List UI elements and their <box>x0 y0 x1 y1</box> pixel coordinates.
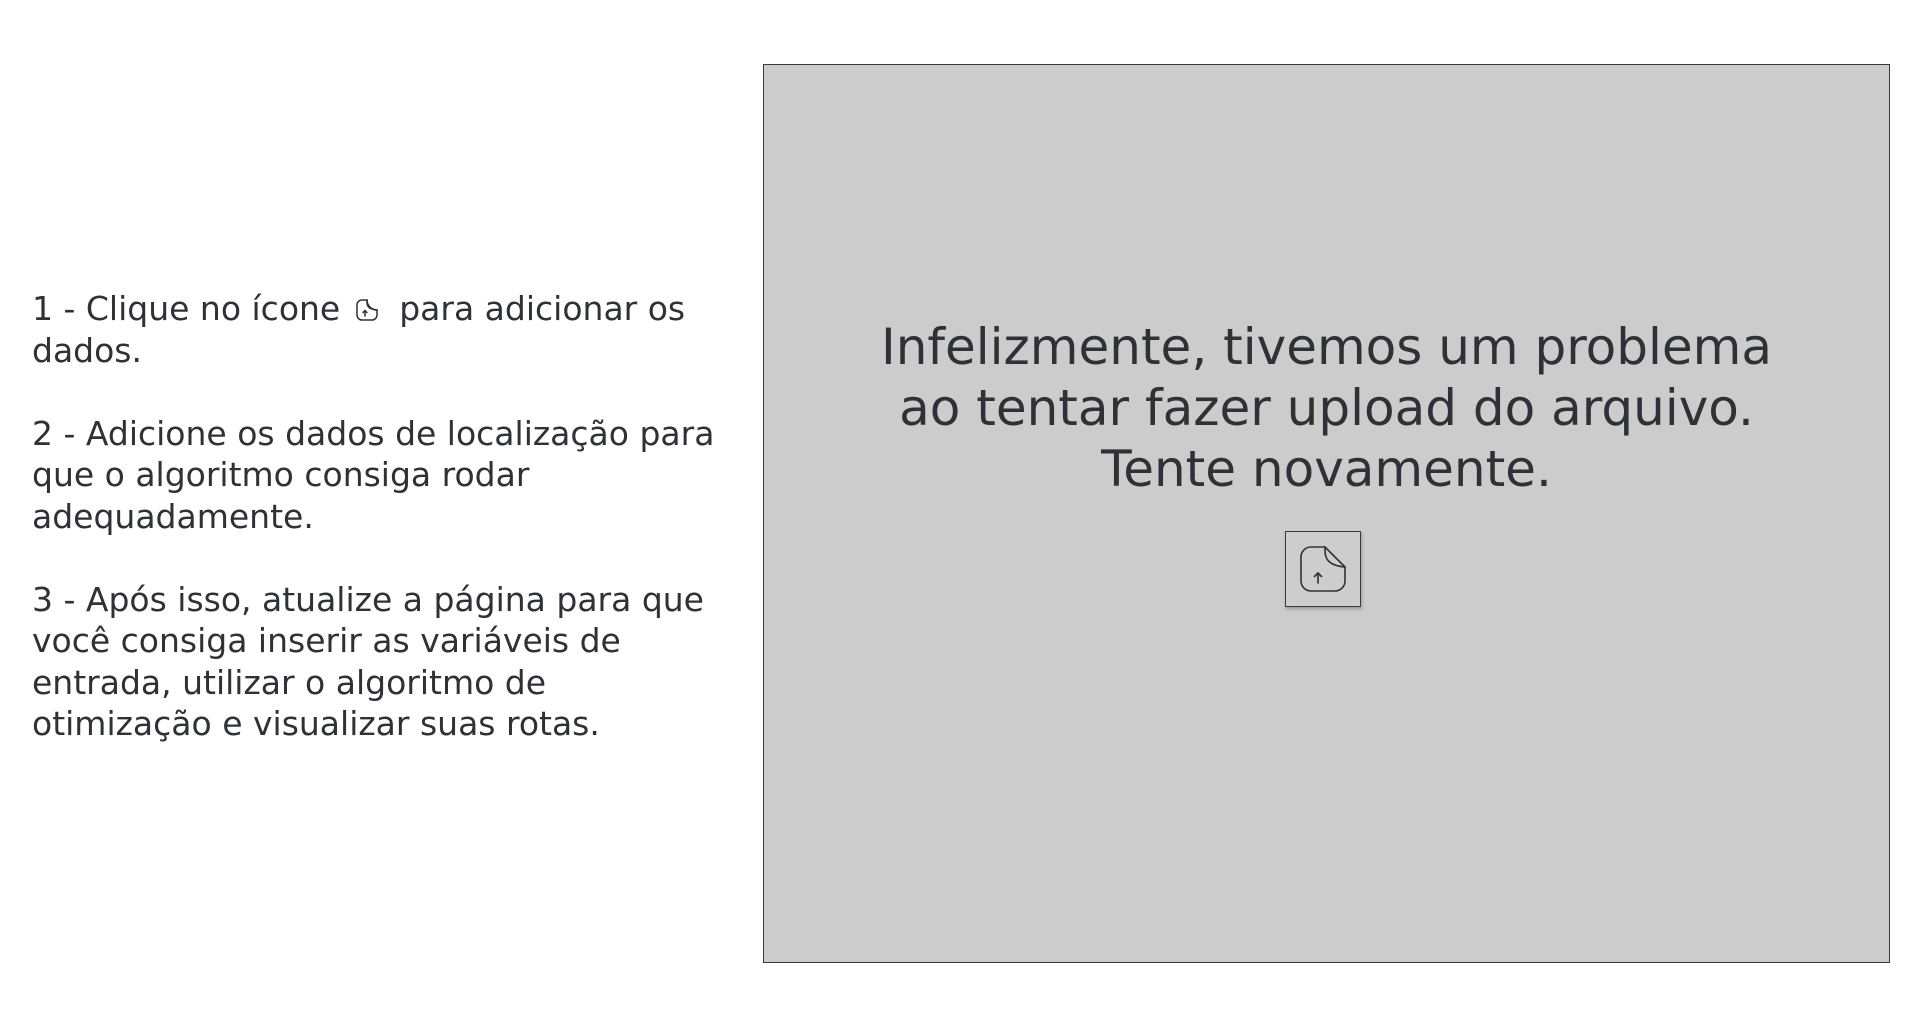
upload-error-message: Infelizmente, tivemos um problema ao ten… <box>880 318 1773 498</box>
upload-panel: Infelizmente, tivemos um problema ao ten… <box>763 64 1890 963</box>
instruction-step-1-start: 1 - Clique no ícone <box>32 289 341 328</box>
upload-file-button[interactable] <box>1285 531 1361 607</box>
file-upload-icon <box>1300 546 1346 592</box>
instruction-step-1: 1 - Clique no ícone para adicionar os da… <box>32 288 722 371</box>
instructions-text: 1 - Clique no ícone para adicionar os da… <box>32 288 722 786</box>
instruction-step-2: 2 - Adicione os dados de localização par… <box>32 413 715 536</box>
file-upload-icon <box>353 296 381 324</box>
instruction-step-3: 3 - Após isso, atualize a página para qu… <box>32 579 704 744</box>
